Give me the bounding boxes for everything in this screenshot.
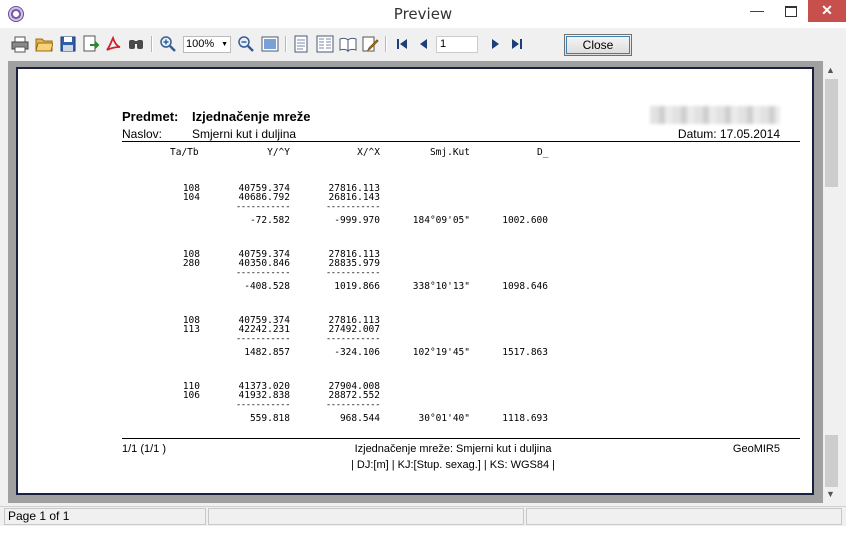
status-bar: Page 1 of 1 <box>0 506 846 527</box>
cell-dist: 1098.646 <box>502 281 548 292</box>
zoom-in-icon[interactable] <box>159 35 177 53</box>
minimize-button[interactable]: — <box>740 0 774 22</box>
footer-app: GeoMIR5 <box>732 443 780 455</box>
scroll-up-icon[interactable]: ▲ <box>826 65 835 75</box>
cell-tb: 106 <box>182 390 200 401</box>
dash-y: ----------- <box>235 400 291 410</box>
footer-info: | DJ:[m] | KJ:[Stup. sexag.] | KS: WGS84… <box>351 459 555 471</box>
edit-icon[interactable] <box>361 35 379 53</box>
dash-y: ----------- <box>235 334 291 344</box>
zoom-value: 100% <box>186 38 215 50</box>
subject-value: Izjednačenje mreže <box>192 109 311 124</box>
report-page: Predmet: Izjednačenje mreže Naslov: Smje… <box>16 67 814 495</box>
maximize-icon <box>785 6 797 17</box>
vertical-scrollbar[interactable]: ▲ ▼ <box>823 61 840 503</box>
cell-dy: 1482.857 <box>244 347 290 358</box>
toolbar-separator <box>151 36 153 52</box>
cell-angle: 184°09'05" <box>412 215 470 226</box>
toolbar: 100% ▼ 1 Close <box>0 28 846 60</box>
prev-page-icon[interactable] <box>415 35 433 53</box>
page-number-value: 1 <box>440 38 447 50</box>
scroll-down-icon[interactable]: ▼ <box>826 489 835 499</box>
close-window-button[interactable]: ✕ <box>808 0 846 22</box>
zoom-out-icon[interactable] <box>237 35 255 53</box>
status-panel <box>208 508 524 525</box>
chevron-down-icon: ▼ <box>221 41 228 48</box>
cell-tb: 104 <box>182 192 200 203</box>
scrollbar-thumb-top[interactable] <box>825 79 838 187</box>
export-icon[interactable] <box>82 35 100 53</box>
column-header: Smj.Kut <box>429 147 470 158</box>
dash-x: ----------- <box>325 268 381 278</box>
dash-y: ----------- <box>235 268 291 278</box>
last-page-icon[interactable] <box>508 35 526 53</box>
page-number-input[interactable]: 1 <box>436 36 478 53</box>
column-header: Ta/Tb <box>170 147 199 158</box>
cell-dy: 559.818 <box>249 413 290 424</box>
cell-dx: 1019.866 <box>334 281 380 292</box>
cell-dist: 1118.693 <box>502 413 548 424</box>
subject-label: Predmet: <box>122 109 179 124</box>
report-date: Datum: 17.05.2014 <box>677 127 780 141</box>
column-header: X/^X <box>357 147 380 158</box>
cell-dx: -324.106 <box>334 347 380 358</box>
preview-viewport[interactable]: Predmet: Izjednačenje mreže Naslov: Smje… <box>8 61 823 503</box>
maximize-button[interactable] <box>774 0 808 22</box>
footer-page: 1/1 (1/1 ) <box>122 443 167 455</box>
print-icon[interactable] <box>11 35 29 53</box>
title-label: Naslov: <box>122 127 163 141</box>
dash-x: ----------- <box>325 202 381 212</box>
open-folder-icon[interactable] <box>35 35 53 53</box>
toolbar-separator <box>285 36 287 52</box>
save-icon[interactable] <box>59 35 77 53</box>
cell-angle: 30°01'40" <box>418 413 470 424</box>
close-button[interactable]: Close <box>564 34 632 56</box>
first-page-icon[interactable] <box>393 35 411 53</box>
cell-dx: -999.970 <box>334 215 380 226</box>
cell-dx: 968.544 <box>339 413 380 424</box>
cell-angle: 338°10'13" <box>412 281 470 292</box>
cell-dy: -72.582 <box>249 215 290 226</box>
toolbar-separator <box>385 36 387 52</box>
footer-rule <box>122 438 800 439</box>
next-page-icon[interactable] <box>486 35 504 53</box>
single-page-icon[interactable] <box>292 35 310 53</box>
scrollbar-thumb[interactable] <box>825 435 838 487</box>
redacted-logo <box>650 106 780 124</box>
two-page-icon[interactable] <box>316 35 334 53</box>
pdf-icon[interactable] <box>104 35 122 53</box>
find-icon[interactable] <box>127 35 145 53</box>
dash-x: ----------- <box>325 400 381 410</box>
cell-tb: 280 <box>182 258 200 269</box>
window-title: Preview <box>393 5 453 23</box>
column-header: D_ <box>537 147 549 158</box>
dash-x: ----------- <box>325 334 381 344</box>
fit-page-icon[interactable] <box>261 35 279 53</box>
cell-tb: 113 <box>182 324 200 335</box>
column-header: Y/^Y <box>267 147 290 158</box>
cell-dist: 1517.863 <box>502 347 548 358</box>
cell-dy: -408.528 <box>244 281 290 292</box>
title-bar: Preview — ✕ <box>0 0 846 28</box>
window-bottom <box>0 526 846 546</box>
footer-title: Izjednačenje mreže: Smjerni kut i duljin… <box>354 443 552 455</box>
cell-angle: 102°19'45" <box>412 347 470 358</box>
dash-y: ----------- <box>235 202 291 212</box>
zoom-select[interactable]: 100% ▼ <box>183 36 231 53</box>
status-page-panel: Page 1 of 1 <box>4 508 206 525</box>
header-rule <box>122 141 800 142</box>
status-panel <box>526 508 842 525</box>
book-icon[interactable] <box>339 35 357 53</box>
title-value: Smjerni kut i duljina <box>192 127 297 141</box>
cell-dist: 1002.600 <box>502 215 548 226</box>
